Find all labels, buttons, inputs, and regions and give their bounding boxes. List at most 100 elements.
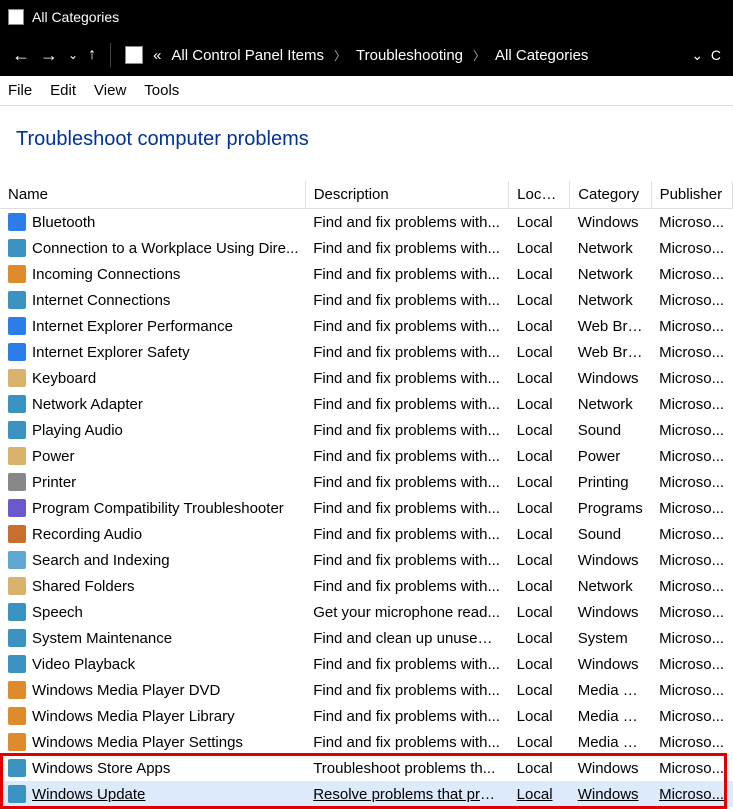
cell-description: Find and fix problems with...: [305, 261, 508, 287]
breadcrumb-item-troubleshooting[interactable]: Troubleshooting: [356, 47, 463, 64]
item-icon: [8, 395, 26, 413]
cell-location: Local: [509, 677, 570, 703]
item-icon: [8, 447, 26, 465]
cell-category: Windows: [570, 755, 651, 781]
menu-tools[interactable]: Tools: [144, 82, 179, 99]
forward-button[interactable]: →: [40, 45, 58, 66]
up-button[interactable]: ↑: [88, 46, 96, 64]
table-row[interactable]: Recording AudioFind and fix problems wit…: [0, 521, 733, 547]
table-row[interactable]: Playing AudioFind and fix problems with.…: [0, 417, 733, 443]
item-name: Keyboard: [32, 370, 96, 387]
cell-category: Windows: [570, 599, 651, 625]
table-row[interactable]: Internet ConnectionsFind and fix problem…: [0, 287, 733, 313]
item-name: Speech: [32, 604, 83, 621]
cell-name: Program Compatibility Troubleshooter: [0, 495, 305, 521]
cell-location: Local: [509, 651, 570, 677]
table-row[interactable]: System MaintenanceFind and clean up unus…: [0, 625, 733, 651]
table-row[interactable]: Windows UpdateResolve problems that pre.…: [0, 781, 733, 807]
table-row[interactable]: Internet Explorer PerformanceFind and fi…: [0, 313, 733, 339]
item-name: Printer: [32, 474, 76, 491]
breadcrumb-item-control-panel[interactable]: All Control Panel Items: [171, 47, 324, 64]
separator: [110, 43, 111, 67]
item-name: Program Compatibility Troubleshooter: [32, 500, 284, 517]
cell-category: Media P...: [570, 703, 651, 729]
table-row[interactable]: PowerFind and fix problems with...LocalP…: [0, 443, 733, 469]
item-icon: [8, 681, 26, 699]
cell-publisher: Microso...: [651, 729, 732, 755]
recent-dropdown[interactable]: ⌄: [68, 48, 78, 62]
cell-location: Local: [509, 755, 570, 781]
cell-location: Local: [509, 625, 570, 651]
col-name[interactable]: Name: [0, 181, 305, 209]
cell-publisher: Microso...: [651, 521, 732, 547]
col-location[interactable]: Locat...: [509, 181, 570, 209]
cell-publisher: Microso...: [651, 781, 732, 807]
cell-category: Windows: [570, 209, 651, 236]
table-row[interactable]: Shared FoldersFind and fix problems with…: [0, 573, 733, 599]
address-dropdown[interactable]: ⌄ C: [691, 47, 721, 64]
item-icon: [8, 603, 26, 621]
back-button[interactable]: ←: [12, 45, 30, 66]
cell-name: Windows Store Apps: [0, 755, 305, 781]
table-row[interactable]: Connection to a Workplace Using Dire...F…: [0, 235, 733, 261]
cell-category: Printing: [570, 469, 651, 495]
cell-description: Find and fix problems with...: [305, 469, 508, 495]
table-row[interactable]: Windows Media Player DVDFind and fix pro…: [0, 677, 733, 703]
col-publisher[interactable]: Publisher: [651, 181, 732, 209]
cell-category: Windows: [570, 651, 651, 677]
menu-edit[interactable]: Edit: [50, 82, 76, 99]
cell-category: Web Bro...: [570, 339, 651, 365]
cell-name: Incoming Connections: [0, 261, 305, 287]
cell-name: Windows Media Player DVD: [0, 677, 305, 703]
menu-view[interactable]: View: [94, 82, 126, 99]
cell-publisher: Microso...: [651, 235, 732, 261]
item-name: Windows Store Apps: [32, 760, 170, 777]
cell-description: Troubleshoot problems th...: [305, 755, 508, 781]
table-row[interactable]: Printer Find and fix problems with...Loca…: [0, 469, 733, 495]
table-row[interactable]: Windows Media Player LibraryFind and fix…: [0, 703, 733, 729]
cell-location: Local: [509, 703, 570, 729]
cell-description: Resolve problems that pre...: [305, 781, 508, 807]
cell-name: Power: [0, 443, 305, 469]
breadcrumb-item-all-categories[interactable]: All Categories: [495, 47, 588, 64]
table-row[interactable]: Windows Store Apps Troubleshoot problems …: [0, 755, 733, 781]
cell-description: Find and fix problems with...: [305, 287, 508, 313]
item-icon: [8, 239, 26, 257]
cell-name: Windows Media Player Library: [0, 703, 305, 729]
cell-name: Network Adapter: [0, 391, 305, 417]
cell-publisher: Microso...: [651, 339, 732, 365]
cell-location: Local: [509, 495, 570, 521]
cell-description: Find and fix problems with...: [305, 729, 508, 755]
item-icon: [8, 291, 26, 309]
table-row[interactable]: BluetoothFind and fix problems with...Lo…: [0, 209, 733, 236]
cell-publisher: Microso...: [651, 573, 732, 599]
table-row[interactable]: KeyboardFind and fix problems with...Loc…: [0, 365, 733, 391]
cell-description: Get your microphone read...: [305, 599, 508, 625]
cell-location: Local: [509, 599, 570, 625]
table-row[interactable]: Network AdapterFind and fix problems wit…: [0, 391, 733, 417]
cell-name: Windows Update: [0, 781, 305, 807]
cell-location: Local: [509, 469, 570, 495]
cell-description: Find and fix problems with...: [305, 417, 508, 443]
item-icon: [8, 525, 26, 543]
cell-description: Find and fix problems with...: [305, 391, 508, 417]
table-row[interactable]: Windows Media Player SettingsFind and fi…: [0, 729, 733, 755]
window-title: All Categories: [32, 9, 119, 25]
cell-category: Windows: [570, 365, 651, 391]
item-icon: [8, 499, 26, 517]
col-category[interactable]: Category: [570, 181, 651, 209]
cell-category: Network: [570, 287, 651, 313]
table-row[interactable]: Incoming ConnectionsFind and fix problem…: [0, 261, 733, 287]
table-row[interactable]: Video PlaybackFind and fix problems with…: [0, 651, 733, 677]
item-name: Windows Media Player DVD: [32, 682, 220, 699]
chevron-right-icon: 〉: [473, 47, 485, 64]
table-row[interactable]: Search and IndexingFind and fix problems…: [0, 547, 733, 573]
table-row[interactable]: Speech Get your microphone read...LocalWi…: [0, 599, 733, 625]
col-description[interactable]: Description: [305, 181, 508, 209]
cell-description: Find and fix problems with...: [305, 235, 508, 261]
cell-publisher: Microso...: [651, 599, 732, 625]
cell-name: Internet Explorer Performance: [0, 313, 305, 339]
menu-file[interactable]: File: [8, 82, 32, 99]
table-row[interactable]: Program Compatibility TroubleshooterFind…: [0, 495, 733, 521]
table-row[interactable]: Internet Explorer SafetyFind and fix pro…: [0, 339, 733, 365]
